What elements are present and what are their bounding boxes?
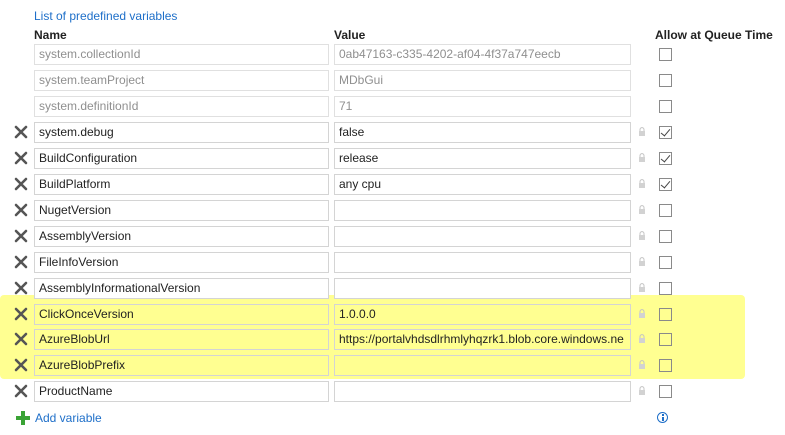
variable-row: FileInfoVersion <box>0 250 785 276</box>
variable-value-field[interactable] <box>334 225 631 247</box>
variable-row: AzureBlobPrefix <box>0 353 785 379</box>
secret-lock-icon[interactable] <box>638 152 646 163</box>
secret-lock-icon[interactable] <box>638 334 646 344</box>
info-icon[interactable] <box>657 412 668 423</box>
variable-name-field[interactable]: FileInfoVersion <box>34 251 329 273</box>
variable-value-field[interactable] <box>334 251 631 273</box>
variable-value-field[interactable]: release <box>334 147 631 169</box>
allow-at-queue-time-checkbox[interactable] <box>659 229 672 243</box>
variable-name-field[interactable]: AzureBlobPrefix <box>34 355 329 377</box>
allow-at-queue-time-checkbox[interactable] <box>659 125 672 139</box>
variable-row: system.collectionId 0ab47163-c335-4202-af… <box>0 42 785 68</box>
allow-at-queue-time-checkbox[interactable] <box>659 255 672 269</box>
value-column-header: Value <box>334 28 366 42</box>
secret-lock-icon[interactable] <box>638 386 646 396</box>
add-variable-label: Add variable <box>35 411 102 425</box>
delete-variable-icon[interactable] <box>13 150 29 166</box>
variable-row: BuildPlatform any cpu <box>0 172 785 198</box>
secret-lock-icon[interactable] <box>638 230 646 241</box>
secret-lock-icon[interactable] <box>638 178 646 189</box>
delete-variable-icon[interactable] <box>13 280 29 296</box>
delete-variable-icon[interactable] <box>13 357 29 373</box>
variable-value-field[interactable] <box>334 381 631 403</box>
variable-row: AssemblyVersion <box>0 224 785 250</box>
secret-lock-icon[interactable] <box>638 126 646 137</box>
name-column-header: Name <box>34 28 67 42</box>
variable-row: AssemblyInformationalVersion <box>0 276 785 302</box>
variable-name-field[interactable]: BuildConfiguration <box>34 147 329 169</box>
delete-variable-icon[interactable] <box>13 202 29 218</box>
delete-variable-icon[interactable] <box>13 124 29 140</box>
variable-row: ProductName <box>0 379 785 405</box>
secret-lock-icon[interactable] <box>638 256 646 267</box>
variable-value-field: 0ab47163-c335-4202-af04-4f37a747eecb <box>334 44 631 65</box>
variable-name-field[interactable]: ProductName <box>34 381 329 403</box>
allow-at-queue-time-checkbox[interactable] <box>659 333 672 347</box>
variable-row: BuildConfiguration release <box>0 146 785 172</box>
secret-lock-icon[interactable] <box>638 204 646 215</box>
allow-at-queue-time-checkbox <box>659 99 672 113</box>
variable-value-field[interactable]: false <box>334 121 631 143</box>
variable-value-field[interactable]: 1.0.0.0 <box>334 303 631 325</box>
delete-variable-icon[interactable] <box>13 228 29 244</box>
variable-name-field[interactable]: AssemblyVersion <box>34 225 329 247</box>
variable-row: ClickOnceVersion 1.0.0.0 <box>0 302 785 328</box>
variable-row: system.debug false <box>0 120 785 146</box>
variable-row: system.teamProject MDbGui <box>0 68 785 94</box>
delete-variable-icon[interactable] <box>13 254 29 270</box>
delete-variable-icon[interactable] <box>13 306 29 322</box>
variable-value-field[interactable]: any cpu <box>334 173 631 195</box>
allow-at-queue-time-column-header: Allow at Queue Time <box>655 28 773 42</box>
variable-name-field[interactable]: system.debug <box>34 121 329 143</box>
variable-row: system.definitionId 71 <box>0 94 785 120</box>
allow-at-queue-time-checkbox[interactable] <box>659 151 672 165</box>
allow-at-queue-time-checkbox[interactable] <box>659 203 672 217</box>
delete-variable-icon[interactable] <box>13 383 29 399</box>
allow-at-queue-time-checkbox[interactable] <box>659 281 672 295</box>
variable-name-field[interactable]: NugetVersion <box>34 199 329 221</box>
variable-name-field[interactable]: ClickOnceVersion <box>34 303 329 325</box>
variable-name-field: system.collectionId <box>34 44 329 65</box>
variable-name-field[interactable]: BuildPlatform <box>34 173 329 195</box>
variable-value-field[interactable] <box>334 355 631 377</box>
allow-at-queue-time-checkbox <box>659 73 672 87</box>
delete-variable-icon[interactable] <box>13 176 29 192</box>
variable-value-field[interactable] <box>334 277 631 299</box>
variable-value-field: 71 <box>334 95 631 117</box>
variable-row: NugetVersion <box>0 198 785 224</box>
variable-row: AzureBlobUrl https://portalvhdsdlrhmlyhqz… <box>0 327 785 353</box>
allow-at-queue-time-checkbox[interactable] <box>659 177 672 191</box>
predefined-variables-link[interactable]: List of predefined variables <box>34 9 177 23</box>
allow-at-queue-time-checkbox <box>659 48 672 61</box>
delete-variable-icon[interactable] <box>13 331 29 347</box>
variable-value-field[interactable] <box>334 199 631 221</box>
allow-at-queue-time-checkbox[interactable] <box>659 307 672 321</box>
secret-lock-icon[interactable] <box>638 308 646 319</box>
plus-icon <box>16 411 30 425</box>
secret-lock-icon[interactable] <box>638 282 646 293</box>
secret-lock-icon[interactable] <box>638 360 646 370</box>
variable-name-field: system.definitionId <box>34 95 329 117</box>
variable-value-field: MDbGui <box>334 69 631 91</box>
variable-name-field: system.teamProject <box>34 69 329 91</box>
allow-at-queue-time-checkbox[interactable] <box>659 385 672 399</box>
variable-name-field[interactable]: AzureBlobUrl <box>34 329 329 351</box>
allow-at-queue-time-checkbox[interactable] <box>659 359 672 373</box>
variable-value-field[interactable]: https://portalvhdsdlrhmlyhqzrk1.blob.cor… <box>334 329 631 351</box>
variable-name-field[interactable]: AssemblyInformationalVersion <box>34 277 329 299</box>
